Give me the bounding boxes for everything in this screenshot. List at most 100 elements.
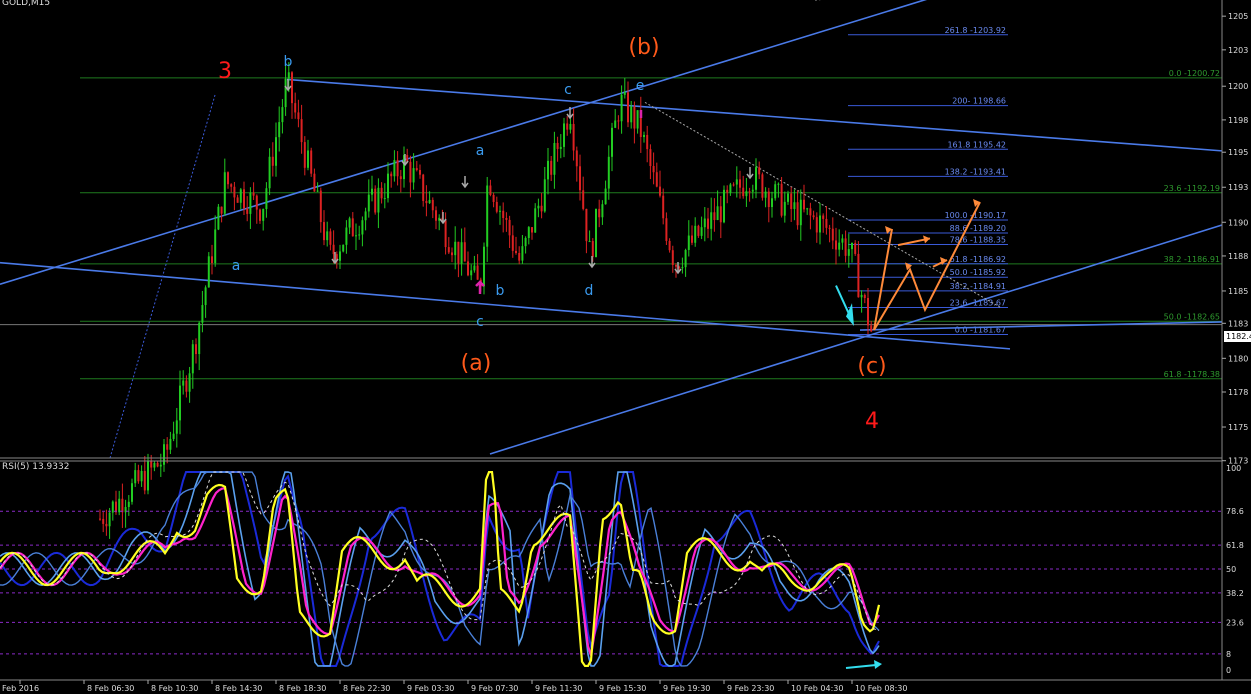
candle-body: [819, 215, 821, 233]
cyan-arrow-head: [846, 303, 854, 326]
candle-body: [857, 253, 860, 298]
rsi-cyan-arrow-head: [874, 660, 882, 669]
pivot-arrow: [746, 167, 754, 180]
fib-extension-label: 200- 1198.66: [952, 97, 1006, 106]
candle-body: [585, 208, 588, 242]
candle-body: [252, 192, 255, 196]
wave-label: d: [585, 283, 594, 299]
candle-body: [227, 172, 229, 185]
time-tick-label: Feb 2016: [2, 684, 39, 693]
candle-body: [431, 199, 434, 211]
candle-body: [543, 179, 546, 212]
candle-body: [588, 241, 591, 243]
rsi-tick-label: 23.6: [1226, 618, 1244, 627]
candle-body: [793, 202, 796, 210]
candle-body: [147, 461, 149, 491]
candle-body: [713, 212, 716, 221]
fib-extension-label: 161.8 1195.42: [947, 140, 1006, 149]
candle-body: [831, 228, 834, 241]
price-tick-label: 1175: [1228, 423, 1248, 432]
candle-body: [703, 218, 706, 228]
candle-body: [803, 199, 805, 210]
candle-body: [537, 205, 540, 209]
wave-label: c: [564, 82, 572, 98]
candle-body: [415, 168, 418, 171]
time-tick-label: 9 Feb 15:30: [599, 684, 646, 693]
candle-body: [265, 188, 268, 209]
candle-body: [428, 199, 431, 204]
candle-body: [179, 385, 181, 421]
candle-body: [723, 189, 725, 223]
wave-label: 4: [865, 409, 879, 434]
candle-body: [748, 191, 751, 193]
candle-body: [707, 218, 709, 229]
candle-body: [649, 149, 652, 167]
price-chart[interactable]: 0.0 -1200.72 23.6 -1192.19 38.2 -1186.91 50…: [0, 0, 1251, 694]
candle-body: [278, 122, 281, 138]
candle-body: [742, 187, 745, 197]
candle-body: [764, 191, 767, 198]
candle-body: [185, 380, 188, 392]
fib-level-label: 61.8 -1178.38: [1164, 370, 1220, 379]
candle-body: [230, 184, 233, 187]
candle-body: [99, 518, 101, 520]
candle-body: [671, 250, 674, 265]
arrow-head: [923, 235, 930, 244]
candle-body: [655, 172, 658, 187]
rsi-cyan-arrow: [845, 664, 877, 669]
time-tick-label: 9 Feb 07:30: [471, 684, 518, 693]
candle-body: [348, 218, 351, 228]
candle-body: [326, 231, 329, 241]
wave-label: a: [232, 258, 241, 274]
candle-body: [867, 298, 869, 326]
wave-label: b: [284, 54, 293, 70]
time-tick-label: 8 Feb 18:30: [279, 684, 326, 693]
candle-body: [268, 156, 271, 189]
rsi-tick-label: 8: [1226, 650, 1231, 659]
fib-retracement-label: 88.6 -1189.20: [950, 224, 1006, 233]
candle-body: [111, 501, 114, 513]
candle-body: [387, 173, 389, 199]
candle-body: [825, 218, 828, 228]
time-tick-label: 8 Feb 14:30: [215, 684, 262, 693]
candle-body: [412, 168, 415, 183]
price-tick-label: 1205: [1228, 12, 1248, 21]
channel-line[interactable]: [286, 78, 1223, 152]
candle-body: [140, 471, 143, 482]
rsi-tick-label: 100: [1226, 464, 1241, 473]
candle-body: [643, 134, 645, 138]
candle-body: [476, 265, 479, 280]
candle-body: [771, 198, 773, 207]
chart-window[interactable]: 0.0 -1200.72 23.6 -1192.19 38.2 -1186.91 50…: [0, 0, 1251, 694]
candle-body: [665, 218, 668, 241]
rsi-indicator-label: RSI(5) 13.9332: [2, 462, 70, 472]
candle-body: [214, 229, 217, 264]
dotted-trendline: [109, 94, 216, 459]
candle-body: [822, 215, 825, 219]
fib-level-label: 0.0 -1200.72: [1169, 69, 1220, 78]
candle-body: [569, 123, 572, 130]
candle-body: [847, 249, 850, 256]
candle-body: [508, 219, 511, 236]
candle-body: [486, 185, 489, 247]
channel-line[interactable]: [489, 224, 1223, 455]
candle-body: [246, 208, 249, 214]
channel-line[interactable]: [859, 321, 1223, 331]
candle-body: [150, 461, 153, 468]
current-price-tag: 1182.4: [1224, 331, 1251, 342]
candle-body: [297, 112, 300, 120]
wave-label: (b): [628, 35, 659, 60]
candle-body: [255, 195, 258, 210]
candle-body: [422, 174, 425, 201]
candle-body: [281, 107, 284, 123]
candle-body: [262, 208, 265, 221]
candle-body: [239, 189, 242, 203]
candle-body: [300, 119, 303, 143]
candle-body: [607, 156, 610, 189]
candle-body: [828, 227, 831, 229]
candle-body: [271, 156, 274, 166]
candle-body: [684, 249, 687, 268]
candle-body: [601, 204, 604, 218]
price-tick-label: 1190: [1228, 218, 1248, 227]
price-tick-label: 1195: [1228, 148, 1248, 157]
